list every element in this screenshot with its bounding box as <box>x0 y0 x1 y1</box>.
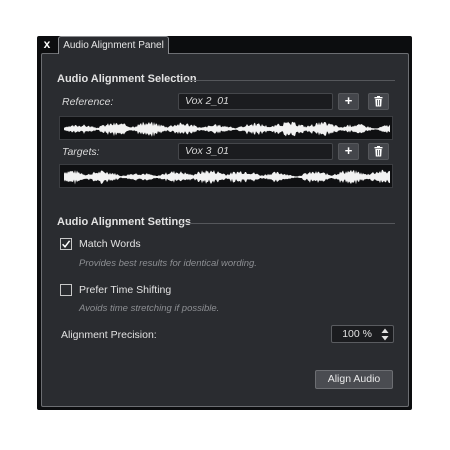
prefer-time-shifting-hint: Avoids time stretching if possible. <box>79 303 220 314</box>
prefer-time-shifting-label[interactable]: Prefer Time Shifting <box>79 284 171 296</box>
prefer-time-shifting-checkbox[interactable] <box>60 284 72 296</box>
audio-alignment-panel: Audio Alignment Selection Reference: Vox… <box>41 53 409 407</box>
section-divider <box>180 223 395 224</box>
targets-label: Targets: <box>62 146 100 158</box>
match-words-label[interactable]: Match Words <box>79 238 141 250</box>
targets-field[interactable]: Vox 3_01 <box>178 143 333 160</box>
align-audio-button[interactable]: Align Audio <box>315 370 393 389</box>
trash-icon <box>374 96 383 107</box>
match-words-hint: Provides best results for identical word… <box>79 258 257 269</box>
tab-audio-alignment-panel[interactable]: Audio Alignment Panel <box>58 36 169 54</box>
alignment-precision-label: Alignment Precision: <box>61 329 157 341</box>
add-reference-button[interactable]: + <box>338 93 359 110</box>
alignment-precision-stepper[interactable]: 100 % <box>331 325 394 343</box>
checkmark-icon <box>62 240 71 248</box>
close-icon[interactable]: x <box>41 37 53 51</box>
delete-target-button[interactable] <box>368 143 389 160</box>
plus-icon: + <box>344 93 353 108</box>
reference-waveform <box>59 116 393 140</box>
reference-field[interactable]: Vox 2_01 <box>178 93 333 110</box>
up-down-arrows-icon[interactable] <box>381 328 389 341</box>
settings-section-title: Audio Alignment Settings <box>57 216 192 228</box>
alignment-precision-value: 100 % <box>342 328 372 340</box>
targets-waveform <box>59 164 393 188</box>
selection-section-title: Audio Alignment Selection <box>57 73 197 85</box>
match-words-checkbox[interactable] <box>60 238 72 250</box>
waveform-shape <box>64 169 390 185</box>
trash-icon <box>374 146 383 157</box>
section-divider <box>184 80 395 81</box>
delete-reference-button[interactable] <box>368 93 389 110</box>
reference-label: Reference: <box>62 96 114 108</box>
add-target-button[interactable]: + <box>338 143 359 160</box>
waveform-shape <box>64 121 390 137</box>
plus-icon: + <box>344 143 353 158</box>
